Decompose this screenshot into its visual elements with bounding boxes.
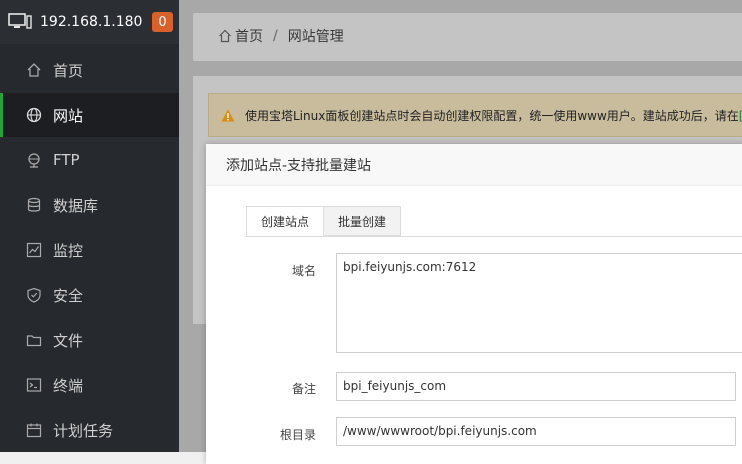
domain-label: 域名 <box>291 264 316 278</box>
notification-badge[interactable]: 0 <box>152 12 173 32</box>
database-icon <box>27 197 41 212</box>
sidebar-item-home[interactable]: 首页 <box>0 48 179 92</box>
sidebar-item-label: 终端 <box>53 376 84 395</box>
monitor-chart-icon <box>26 242 42 258</box>
breadcrumb-current: 网站管理 <box>287 29 344 45</box>
sidebar-item-terminal[interactable]: 终端 <box>0 363 179 407</box>
calendar-icon <box>26 423 42 438</box>
remark-label: 备注 <box>291 382 316 396</box>
globe-icon <box>26 107 42 123</box>
sidebar-item-label: 计划任务 <box>53 421 114 440</box>
shield-icon <box>27 287 41 303</box>
dialog-title: 添加站点-支持批量建站 <box>206 144 742 186</box>
breadcrumb: 首页 / 网站管理 <box>218 26 344 46</box>
home-icon <box>219 29 231 43</box>
home-icon <box>27 63 41 77</box>
tab-divider <box>246 236 742 237</box>
sidebar-item-database[interactable]: 数据库 <box>0 183 179 227</box>
add-site-dialog: 添加站点-支持批量建站 创建站点 批量创建 域名 bpi.feiyunjs.co… <box>206 144 742 464</box>
notice-banner: 使用宝塔Linux面板创建站点时会自动创建权限配置，统一使用www用户。建站成功… <box>208 93 742 137</box>
folder-icon <box>26 335 42 347</box>
ftp-icon <box>28 153 40 168</box>
sidebar-item-label: FTP <box>53 151 80 169</box>
sidebar: 192.168.1.180 0 首页 网站 FTP 数据库 监控 安全 文件 终… <box>0 0 179 452</box>
sidebar-item-label: 网站 <box>53 106 84 125</box>
breadcrumb-home[interactable]: 首页 <box>235 26 263 46</box>
sidebar-item-security[interactable]: 安全 <box>0 273 179 317</box>
sidebar-item-label: 监控 <box>53 241 84 260</box>
sidebar-item-label: 安全 <box>53 286 84 305</box>
root-dir-input[interactable]: /www/wwwroot/bpi.feiyunjs.com <box>336 417 736 446</box>
sidebar-item-files[interactable]: 文件 <box>0 318 179 362</box>
sidebar-item-monitor[interactable]: 监控 <box>0 228 179 272</box>
sidebar-item-cron[interactable]: 计划任务 <box>0 408 179 452</box>
server-ip: 192.168.1.180 <box>40 14 143 30</box>
notice-text: 使用宝塔Linux面板创建站点时会自动创建权限配置，统一使用www用户。建站成功… <box>245 108 739 123</box>
sidebar-item-website[interactable]: 网站 <box>0 93 179 137</box>
domain-textarea[interactable]: bpi.feiyunjs.com:7612 <box>336 253 742 353</box>
root-dir-label: 根目录 <box>279 428 316 442</box>
breadcrumb-separator: / <box>273 28 278 44</box>
dialog-tabs: 创建站点 批量创建 <box>246 206 402 236</box>
monitor-icon <box>8 13 32 29</box>
sidebar-item-label: 首页 <box>53 61 84 80</box>
terminal-icon <box>26 378 42 392</box>
sidebar-item-label: 数据库 <box>53 196 99 215</box>
sidebar-item-ftp[interactable]: FTP <box>0 138 179 182</box>
tab-create-site[interactable]: 创建站点 <box>246 206 325 236</box>
tab-batch-create[interactable]: 批量创建 <box>323 206 402 236</box>
sidebar-item-label: 文件 <box>53 331 84 350</box>
remark-input[interactable]: bpi_feiyunjs_com <box>336 372 736 401</box>
warning-icon <box>221 109 235 121</box>
